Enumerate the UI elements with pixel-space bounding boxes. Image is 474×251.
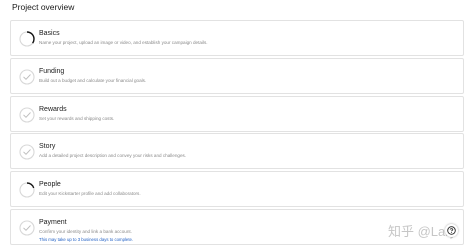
- progress-track: [19, 220, 35, 236]
- section-description: Build out a budget and calculate your fi…: [39, 77, 147, 83]
- section-title: People: [39, 181, 61, 188]
- section-description: Add a detailed project description and c…: [39, 153, 187, 159]
- progress-track: [19, 106, 35, 123]
- section-title: Funding: [39, 67, 65, 75]
- section-title: Basics: [39, 30, 60, 37]
- section-description: Edit your Kickstarter profile and add co…: [39, 191, 141, 196]
- section-card-people[interactable]: People Edit your Kickstarter profile and…: [10, 171, 464, 207]
- section-description: Set your rewards and shipping costs.: [39, 115, 115, 121]
- progress-track: [19, 144, 35, 160]
- check-circle-icon: [19, 106, 35, 123]
- check-circle-icon: [19, 69, 35, 85]
- section-title: Payment: [39, 218, 67, 226]
- progress-ring-icon: [19, 182, 35, 198]
- project-overview-page: Project overview Basics Name your projec…: [0, 0, 474, 251]
- checkmark: [23, 149, 31, 156]
- section-description: Confirm your identity and link a bank ac…: [39, 228, 132, 234]
- section-card-rewards[interactable]: Rewards Set your rewards and shipping co…: [10, 95, 464, 132]
- section-note: This may take up to 3 business days to c…: [39, 236, 134, 242]
- section-card-story[interactable]: Story Add a detailed project description…: [10, 133, 464, 170]
- checkmark: [23, 74, 31, 80]
- checkmark: [23, 111, 31, 118]
- help-button[interactable]: [445, 224, 458, 237]
- section-list: Basics Name your project, upload an imag…: [10, 20, 464, 247]
- section-card-basics[interactable]: Basics Name your project, upload an imag…: [10, 20, 464, 56]
- section-title: Story: [39, 143, 56, 151]
- progress-ring-icon: [19, 31, 35, 47]
- page-title: Project overview: [12, 2, 75, 12]
- check-circle-icon: [19, 220, 35, 236]
- section-card-funding[interactable]: Funding Build out a budget and calculate…: [10, 57, 464, 94]
- help-icon: [447, 226, 456, 235]
- section-description: Name your project, upload an image or vi…: [39, 40, 208, 45]
- progress-track: [19, 69, 35, 85]
- checkmark: [23, 225, 31, 231]
- check-circle-icon: [19, 144, 35, 160]
- section-title: Rewards: [39, 105, 67, 113]
